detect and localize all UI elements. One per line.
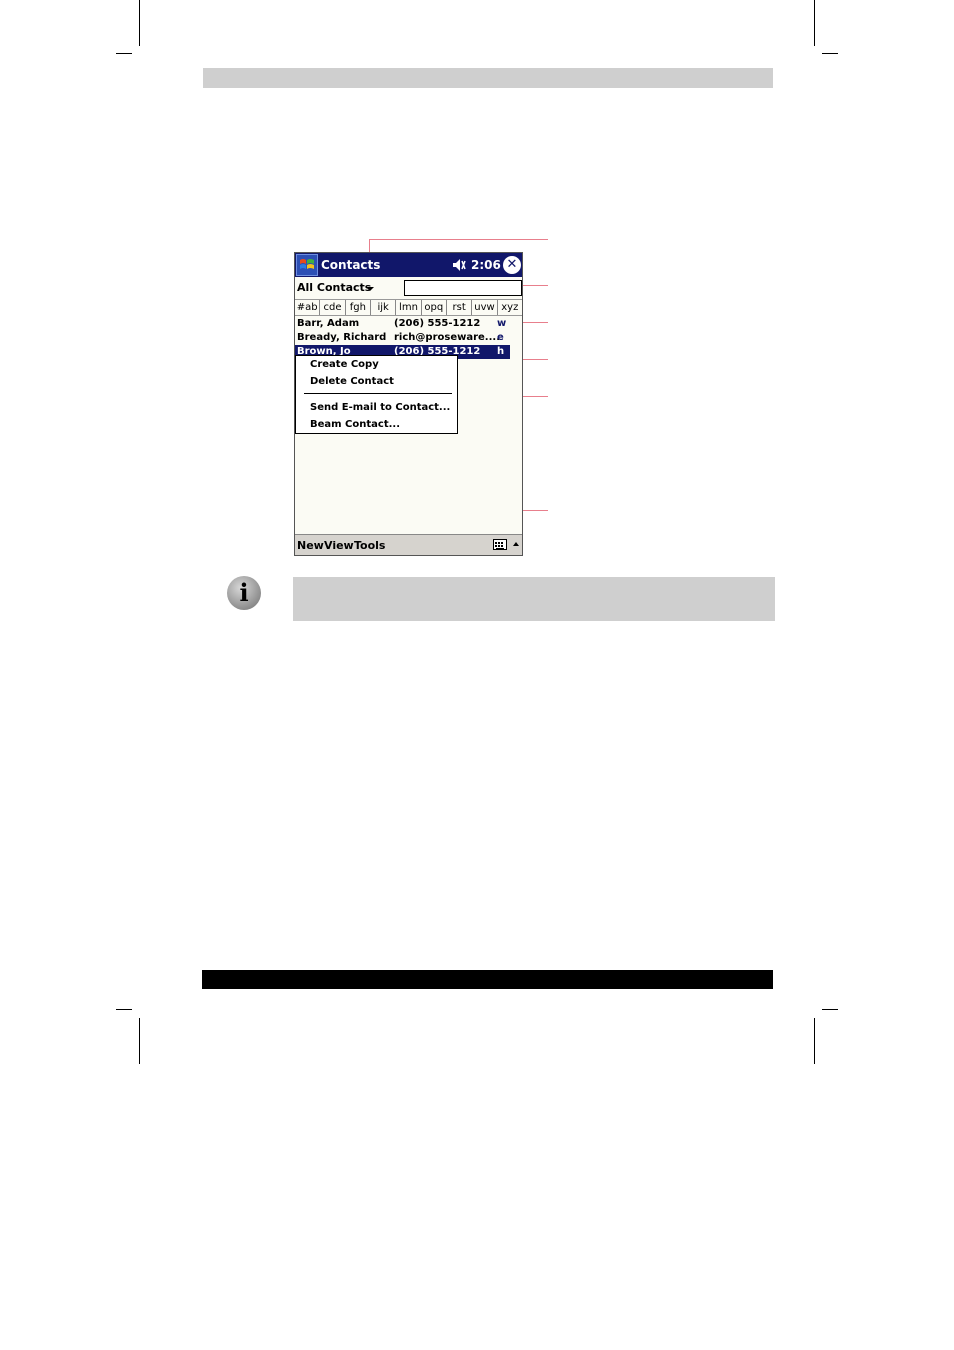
contact-row[interactable]: Bready, Richard rich@proseware.... e (295, 331, 510, 345)
crop-mark (116, 53, 132, 54)
contact-name: Bready, Richard (297, 332, 387, 343)
crop-mark (822, 1009, 838, 1010)
letter-tab[interactable]: opq (422, 300, 447, 315)
callout-line (369, 239, 548, 240)
crop-mark (814, 0, 815, 46)
letter-tab[interactable]: lmn (396, 300, 422, 315)
letter-tabs: #ab cde fgh ijk lmn opq rst uvw xyz (295, 299, 522, 316)
header-bar (203, 68, 773, 88)
contact-info: rich@proseware.... (394, 332, 500, 343)
clock[interactable]: 2:06 (471, 258, 501, 272)
find-input[interactable] (404, 280, 522, 296)
keyboard-icon[interactable] (493, 539, 507, 550)
contact-type: w (497, 318, 507, 329)
title-bar: Contacts 2:06 ✕ (295, 253, 522, 277)
category-filter[interactable]: All Contacts (297, 281, 371, 294)
letter-tab[interactable]: rst (447, 300, 473, 315)
info-icon: i (227, 576, 261, 610)
menu-item-send-email[interactable]: Send E-mail to Contact... (310, 402, 450, 413)
letter-tab[interactable]: fgh (346, 300, 371, 315)
close-icon[interactable]: ✕ (503, 256, 521, 274)
letter-tab[interactable]: uvw (472, 300, 498, 315)
context-menu: Create Copy Delete Contact Send E-mail t… (295, 355, 458, 434)
menu-view[interactable]: View (324, 539, 354, 552)
letter-tab[interactable]: ijk (371, 300, 397, 315)
menu-bar: New View Tools (295, 534, 522, 555)
letter-tab[interactable]: #ab (295, 300, 321, 315)
crop-mark (139, 1018, 140, 1064)
input-selector-arrow-icon[interactable] (513, 542, 519, 546)
contact-name: Barr, Adam (297, 318, 360, 329)
menu-new[interactable]: New (297, 539, 324, 552)
chevron-down-icon[interactable] (366, 287, 374, 291)
app-title: Contacts (321, 258, 381, 272)
footer-bar (202, 970, 773, 989)
menu-divider (304, 393, 452, 394)
crop-mark (139, 0, 140, 46)
menu-item-create-copy[interactable]: Create Copy (310, 359, 379, 370)
menu-tools[interactable]: Tools (354, 539, 385, 552)
menu-item-delete-contact[interactable]: Delete Contact (310, 376, 394, 387)
contact-type: h (497, 346, 505, 357)
contact-info: (206) 555-1212 (394, 318, 481, 329)
contacts-screen: Contacts 2:06 ✕ All Contacts #ab cde fgh… (294, 252, 523, 556)
contact-row[interactable]: Barr, Adam (206) 555-1212 w (295, 317, 510, 331)
crop-mark (822, 53, 838, 54)
windows-flag-icon[interactable] (296, 254, 318, 276)
speaker-icon[interactable] (451, 257, 467, 273)
contact-type: e (497, 332, 504, 343)
crop-mark (814, 1018, 815, 1064)
letter-tab[interactable]: cde (320, 300, 346, 315)
letter-tab[interactable]: xyz (498, 300, 522, 315)
note-box (293, 577, 775, 621)
crop-mark (116, 1009, 132, 1010)
menu-item-beam-contact[interactable]: Beam Contact... (310, 419, 400, 430)
filter-row: All Contacts (295, 277, 522, 299)
